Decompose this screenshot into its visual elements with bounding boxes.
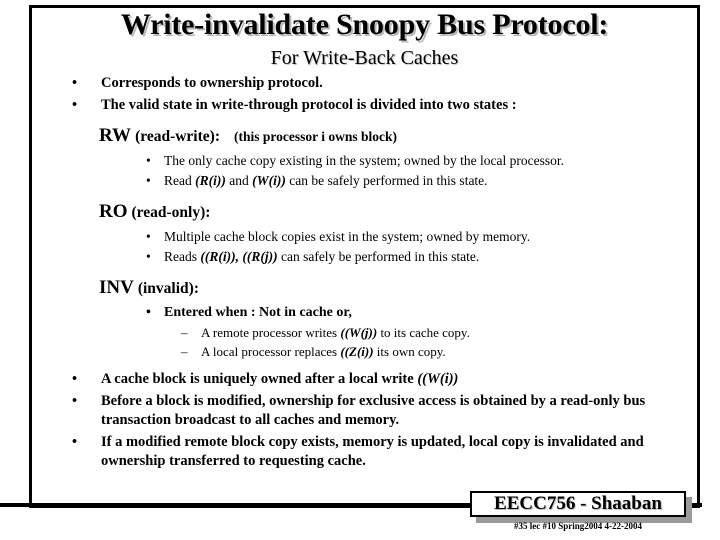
slide-body: • Corresponds to ownership protocol. • T… bbox=[29, 74, 700, 474]
bullet-emphasis: ((W(i)) bbox=[417, 371, 459, 387]
sub-bullet-text: Reads bbox=[164, 249, 201, 264]
state-heading-inv: INV (invalid): bbox=[29, 275, 700, 302]
sub-bullet-emphasis: (W(i)) bbox=[252, 173, 286, 188]
dash-bullet-text-post: its own copy. bbox=[373, 344, 446, 359]
dash-bullet-text-post: to its cache copy. bbox=[377, 325, 470, 340]
bullet-marker-icon: • bbox=[146, 229, 151, 244]
bullet-marker-icon: • bbox=[146, 173, 151, 188]
dash-marker-icon: – bbox=[181, 344, 188, 359]
sub-bullet-item: • Reads ((R(i)), ((R(j)) can safely be pe… bbox=[29, 247, 700, 267]
slide-title: Write-invalidate Snoopy Bus Protocol: bbox=[120, 8, 609, 41]
state-tag: INV bbox=[99, 277, 134, 298]
sub-bullet-text-post: can safely be performed in this state. bbox=[277, 249, 480, 264]
bullet-text: If a modified remote block copy exists, … bbox=[101, 433, 644, 470]
sub-bullet-text-post: can be safely performed in this state. bbox=[285, 173, 488, 188]
bullet-marker-icon: • bbox=[72, 75, 78, 91]
bullet-marker-icon: • bbox=[72, 392, 78, 409]
sub-bullet-emphasis: (R(i)) bbox=[195, 173, 226, 188]
bullet-item: • Corresponds to ownership protocol. bbox=[29, 74, 700, 94]
sub-bullet-text: Multiple cache block copies exist in the… bbox=[164, 229, 531, 244]
dash-bullet-item: – A remote processor writes ((W(j)) to it… bbox=[29, 323, 700, 342]
sub-bullet-emphasis: ((R(j)) bbox=[242, 249, 278, 264]
sub-bullet-item-entered: • Entered when : Not in cache or, bbox=[29, 303, 700, 323]
dash-bullet-item: – A local processor replaces ((Z(i)) its … bbox=[29, 342, 700, 361]
bullet-item: • A cache block is uniquely owned after a… bbox=[29, 370, 700, 390]
slide-canvas: Write-invalidate Snoopy Bus Protocol: Fo… bbox=[0, 0, 720, 540]
bullet-text: Corresponds to ownership protocol. bbox=[101, 75, 323, 91]
footer-course-label: EECC756 - Shaaban bbox=[494, 493, 662, 514]
state-paren: (read-only): bbox=[131, 204, 211, 221]
state-note: (this processor i owns block) bbox=[233, 129, 397, 144]
slide-subtitle: For Write-Back Caches bbox=[270, 47, 459, 69]
footer-meta-label: #35 lec #10 Spring2004 4-22-2004 bbox=[514, 521, 642, 531]
bullet-marker-icon: • bbox=[146, 249, 151, 264]
state-heading-rw: RW (read-write): (this processor i owns b… bbox=[29, 123, 700, 150]
sub-bullet-text-mid: and bbox=[225, 173, 253, 188]
sub-bullet-text: Read bbox=[164, 173, 196, 188]
state-heading-ro: RO (read-only): bbox=[29, 199, 700, 226]
sub-bullet-text: Entered when : Not in cache or, bbox=[164, 305, 352, 320]
state-paren: (read-write): bbox=[135, 128, 220, 145]
bullet-text: A cache block is uniquely owned after a … bbox=[101, 371, 418, 387]
dash-marker-icon: – bbox=[181, 325, 188, 340]
bullet-text: The valid state in write-through protoco… bbox=[101, 96, 517, 113]
sub-bullet-item: • Read (R(i)) and (W(i)) can be safely pe… bbox=[29, 171, 700, 191]
state-paren: (invalid): bbox=[137, 280, 199, 297]
dash-bullet-emphasis: ((W(j)) bbox=[340, 325, 378, 340]
sub-bullet-text: The only cache copy existing in the syst… bbox=[164, 153, 565, 168]
footer-rule bbox=[0, 503, 478, 507]
bullet-marker-icon: • bbox=[72, 371, 78, 387]
bullet-item: • If a modified remote block copy exists… bbox=[29, 433, 700, 472]
bullet-text: Before a block is modified, ownership fo… bbox=[101, 392, 646, 429]
sub-bullet-item: • The only cache copy existing in the sy… bbox=[29, 151, 700, 171]
dash-bullet-text: A local processor replaces bbox=[201, 344, 341, 359]
bullet-marker-icon: • bbox=[72, 96, 78, 113]
sub-bullet-emphasis: ((R(i)), bbox=[200, 249, 239, 264]
bullet-item: • Before a block is modified, ownership … bbox=[29, 392, 700, 431]
state-tag: RO bbox=[99, 201, 128, 222]
bullet-marker-icon: • bbox=[72, 433, 78, 450]
footer-course-box: EECC756 - Shaaban bbox=[470, 491, 686, 517]
bullet-marker-icon: • bbox=[146, 153, 151, 168]
dash-bullet-text: A remote processor writes bbox=[201, 325, 341, 340]
state-tag: RW bbox=[99, 125, 132, 146]
sub-bullet-item: • Multiple cache block copies exist in t… bbox=[29, 227, 700, 247]
bullet-marker-icon: • bbox=[146, 305, 151, 320]
bullet-item: • The valid state in write-through proto… bbox=[29, 96, 700, 116]
dash-bullet-emphasis: ((Z(i)) bbox=[340, 344, 374, 359]
